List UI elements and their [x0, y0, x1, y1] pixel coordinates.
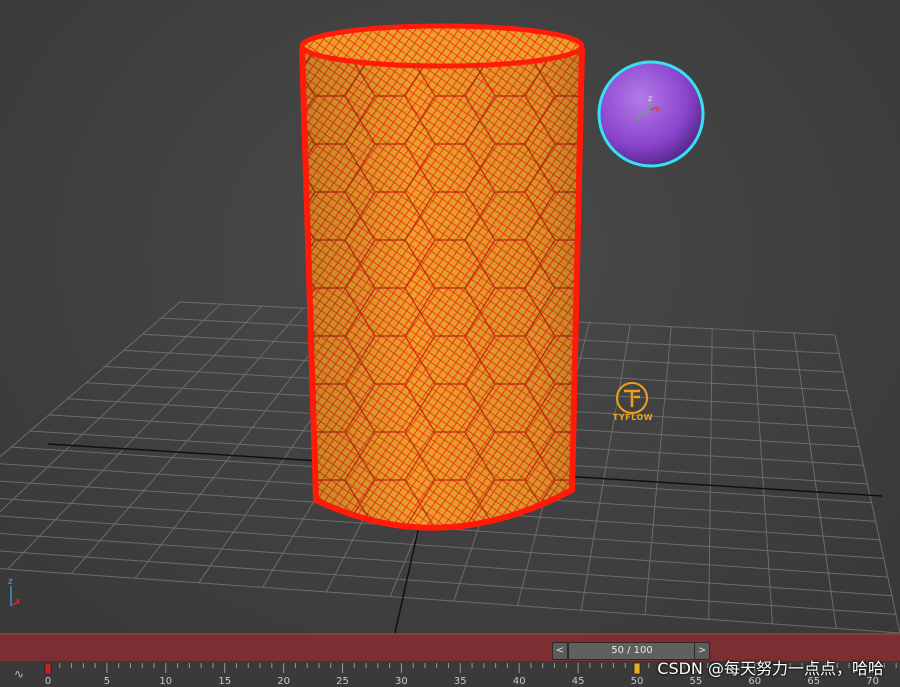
- watermark-text: CSDN @每天努力一点点，哈哈: [657, 659, 884, 678]
- grid-line: [793, 332, 837, 629]
- trackbar-tick-label: 0: [45, 676, 51, 687]
- grid-line: [644, 326, 672, 615]
- grid-line: [834, 334, 900, 633]
- trackbar-tick-label: 50: [631, 676, 644, 687]
- tripod-z-label: z: [8, 577, 13, 587]
- grid-line: [0, 568, 900, 633]
- keyframe-marker[interactable]: [44, 662, 52, 675]
- grid-line: [0, 301, 181, 458]
- grid-line: [580, 324, 631, 611]
- sphere-object[interactable]: z x y: [597, 60, 705, 168]
- trackbar-tick-label: 45: [572, 676, 585, 687]
- trackbar-tick-label: 15: [218, 676, 231, 687]
- grid-line: [0, 550, 896, 615]
- prev-frame-button[interactable]: <: [552, 642, 568, 660]
- scene-canvas[interactable]: z x y z x: [0, 0, 900, 633]
- tripod-x-label: x: [15, 597, 21, 607]
- trackbar-tick-label: 30: [395, 676, 408, 687]
- gizmo-z-label: z: [648, 94, 652, 103]
- tyflow-label: TYFLOW: [612, 413, 654, 422]
- trackbar-tick-label: 35: [454, 676, 467, 687]
- chevron-left-icon: <: [555, 645, 565, 656]
- trackbar-tick-label: 10: [159, 676, 172, 687]
- view-axis-tripod: z x: [8, 577, 21, 607]
- grid-line: [0, 303, 222, 513]
- grid-line: [0, 533, 892, 597]
- trackbar-tick-label: 40: [513, 676, 526, 687]
- keyframe-marker[interactable]: [633, 662, 641, 675]
- trackbar-tick-label: 20: [277, 676, 290, 687]
- trackbar-tick-label: 25: [336, 676, 349, 687]
- gizmo-x-label: x: [655, 105, 660, 114]
- particle-cylinder[interactable]: [299, 23, 585, 531]
- perspective-viewport[interactable]: z x y z x TYFLOW: [0, 0, 900, 633]
- trackbar-tick-label: 5: [104, 676, 110, 687]
- gizmo-y-label: y: [636, 112, 641, 121]
